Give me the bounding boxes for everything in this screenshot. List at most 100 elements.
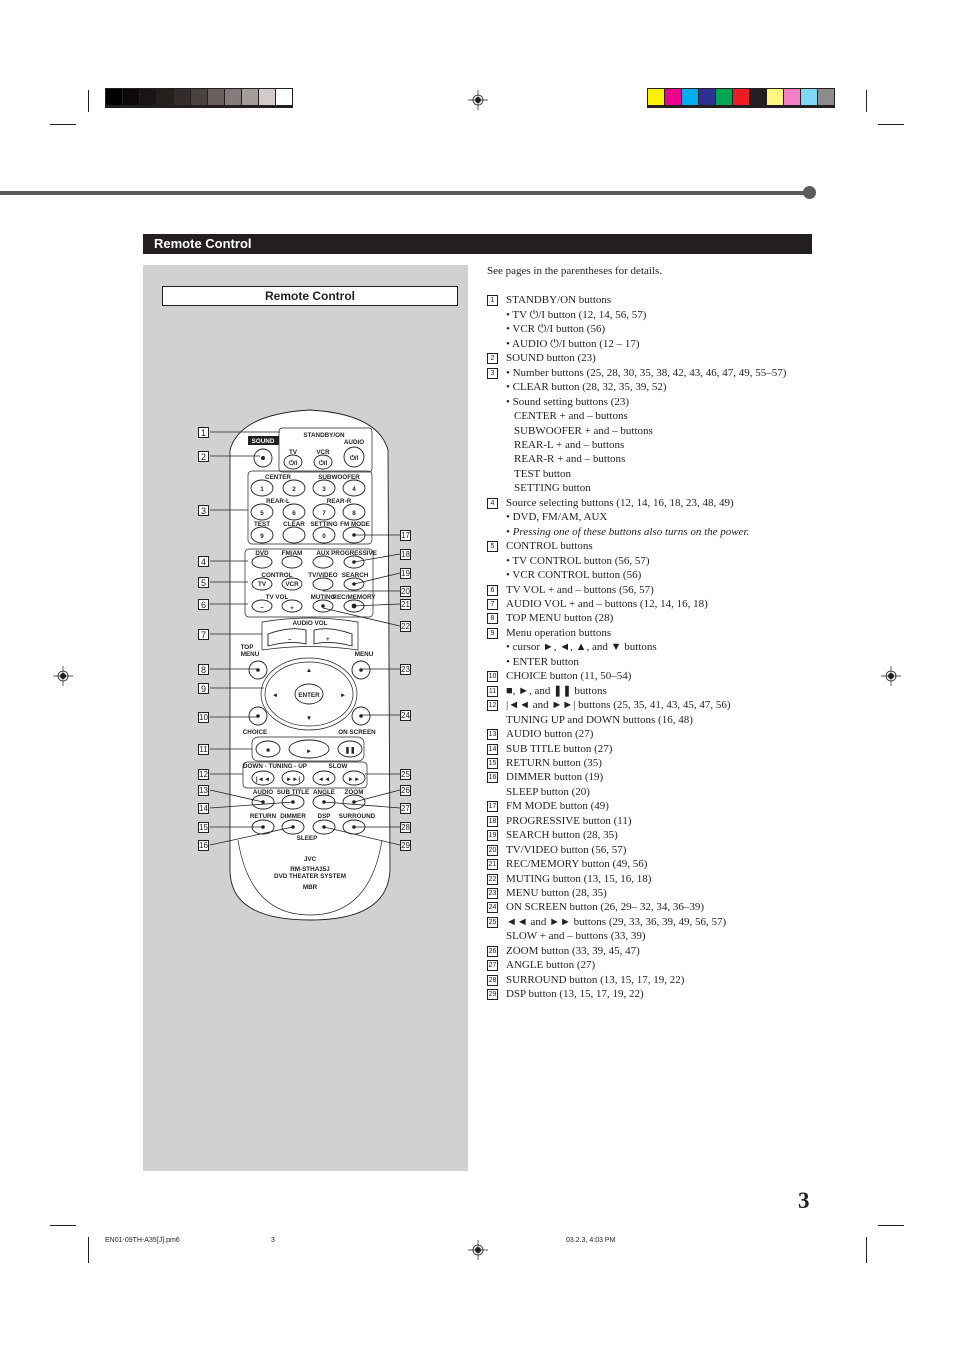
- item-text: TV/VIDEO button (56, 57): [506, 843, 627, 856]
- item-number-badge: 16: [487, 772, 498, 784]
- item-text: RETURN button (35): [506, 756, 602, 769]
- svg-text:❚❚: ❚❚: [345, 747, 356, 754]
- description-item: 14 SUB TITLE button (27): [487, 742, 817, 756]
- jvc-logo: JVC: [304, 856, 317, 863]
- description-item: REAR-L + and – buttons: [487, 438, 817, 452]
- callout-9: 9: [198, 683, 209, 694]
- item-number-badge: 11: [487, 685, 498, 697]
- svg-text:CENTER: CENTER: [265, 474, 291, 481]
- svg-text:0: 0: [322, 533, 326, 540]
- item-text: SUB TITLE button (27): [506, 742, 613, 755]
- svg-text:VCR: VCR: [285, 581, 299, 588]
- svg-text:TV: TV: [258, 581, 267, 588]
- item-text: REAR-L + and – buttons: [514, 438, 625, 451]
- item-text: • DVD, FM/AM, AUX: [506, 511, 608, 524]
- item-text: DSP button (13, 15, 17, 19, 22): [506, 988, 644, 1001]
- svg-text:MENU: MENU: [355, 651, 374, 658]
- item-number-badge: 15: [487, 757, 498, 769]
- item-text: SOUND button (23): [506, 352, 596, 365]
- callout-18: 18: [400, 549, 411, 560]
- description-item: TUNING UP and DOWN buttons (16, 48): [487, 713, 817, 727]
- svg-text:◄: ◄: [272, 692, 278, 699]
- item-number-badge: 29: [487, 989, 498, 1001]
- callout-12: 12: [198, 769, 209, 780]
- item-text: TUNING UP and DOWN buttons (16, 48): [506, 713, 693, 726]
- description-item: 28 SURROUND button (13, 15, 17, 19, 22): [487, 973, 817, 987]
- item-number-badge: 23: [487, 888, 498, 900]
- svg-text:PROGRESSIVE: PROGRESSIVE: [331, 550, 377, 557]
- item-text: CONTROL buttons: [506, 540, 593, 553]
- svg-text:TEST: TEST: [254, 521, 270, 528]
- description-item: • cursor ►, ◄, ▲, and ▼ buttons: [487, 640, 817, 654]
- description-item: • AUDIO ⏻/I button (12 – 17): [487, 337, 817, 351]
- svg-text:TV: TV: [289, 449, 298, 456]
- callout-20: 20: [400, 586, 411, 597]
- description-item: 26 ZOOM button (33, 39, 45, 47): [487, 944, 817, 958]
- item-number-badge: 6: [487, 584, 498, 596]
- callout-3: 3: [198, 505, 209, 516]
- item-number-badge: 27: [487, 960, 498, 972]
- callout-5: 5: [198, 577, 209, 588]
- description-item: 21 REC/MEMORY button (49, 56): [487, 857, 817, 871]
- description-item: 10 CHOICE button (11, 50–54): [487, 669, 817, 683]
- svg-text:►: ►: [306, 748, 312, 755]
- svg-text:|◄◄: |◄◄: [256, 776, 270, 783]
- description-item: 18 PROGRESSIVE button (11): [487, 814, 817, 828]
- svg-text:⏻/I: ⏻/I: [319, 460, 328, 467]
- item-text: DIMMER button (19): [506, 771, 604, 784]
- item-text: CHOICE button (11, 50–54): [506, 670, 632, 683]
- svg-text:CLEAR: CLEAR: [283, 521, 305, 528]
- callout-8: 8: [198, 664, 209, 675]
- sound-label: SOUND: [252, 438, 275, 445]
- svg-text:ANGLE: ANGLE: [313, 789, 335, 796]
- svg-text:6: 6: [292, 510, 296, 517]
- description-item: 11 ■, ►, and ❚❚ buttons: [487, 684, 817, 698]
- svg-text:SLOW: SLOW: [329, 763, 348, 770]
- item-text: • TV ⏻/I button (12, 14, 56, 57): [506, 308, 647, 321]
- item-text: CENTER + and – buttons: [514, 410, 628, 423]
- page-number: 3: [798, 1188, 810, 1213]
- item-text: ◄◄ and ►► buttons (29, 33, 36, 39, 49, 5…: [506, 915, 727, 928]
- item-text: TV VOL + and – buttons (56, 57): [506, 583, 654, 596]
- item-text: SURROUND button (13, 15, 17, 19, 22): [506, 973, 685, 986]
- intro-text: See pages in the parentheses for details…: [487, 265, 663, 277]
- description-item: SLEEP button (20): [487, 785, 817, 799]
- description-item: SUBWOOFER + and – buttons: [487, 424, 817, 438]
- callout-27: 27: [400, 803, 411, 814]
- svg-text:⏻/I: ⏻/I: [289, 460, 298, 467]
- item-number-badge: 26: [487, 945, 498, 957]
- item-number-badge: 14: [487, 743, 498, 755]
- mbr-logo: MBR: [303, 884, 318, 891]
- description-item: 24 ON SCREEN button (26, 29– 32, 34, 36–3…: [487, 900, 817, 914]
- item-number-badge: 9: [487, 627, 498, 639]
- item-number-badge: 4: [487, 497, 498, 509]
- svg-text:REC/MEMORY: REC/MEMORY: [332, 594, 376, 601]
- description-item: 23 MENU button (28, 35): [487, 886, 817, 900]
- description-item: 20 TV/VIDEO button (56, 57): [487, 843, 817, 857]
- item-text: ZOOM button (33, 39, 45, 47): [506, 944, 640, 957]
- system-label: DVD THEATER SYSTEM: [274, 873, 346, 880]
- callout-2: 2: [198, 451, 209, 462]
- svg-text:VCR: VCR: [316, 449, 330, 456]
- item-text: ■, ►, and ❚❚ buttons: [506, 684, 607, 697]
- svg-text:RETURN: RETURN: [250, 813, 277, 820]
- svg-text:DOWN - TUNING - UP: DOWN - TUNING - UP: [243, 763, 307, 770]
- svg-text:▲: ▲: [306, 667, 312, 674]
- item-text: • AUDIO ⏻/I button (12 – 17): [506, 337, 640, 350]
- svg-text:⏻/I: ⏻/I: [350, 455, 359, 462]
- description-item: • CLEAR button (28, 32, 35, 39, 52): [487, 380, 817, 394]
- svg-text:REAR-L: REAR-L: [266, 498, 290, 505]
- item-number-badge: 10: [487, 671, 498, 683]
- callout-21: 21: [400, 599, 411, 610]
- item-text: REC/MEMORY button (49, 56): [506, 858, 648, 871]
- svg-text:AUDIO: AUDIO: [344, 439, 364, 446]
